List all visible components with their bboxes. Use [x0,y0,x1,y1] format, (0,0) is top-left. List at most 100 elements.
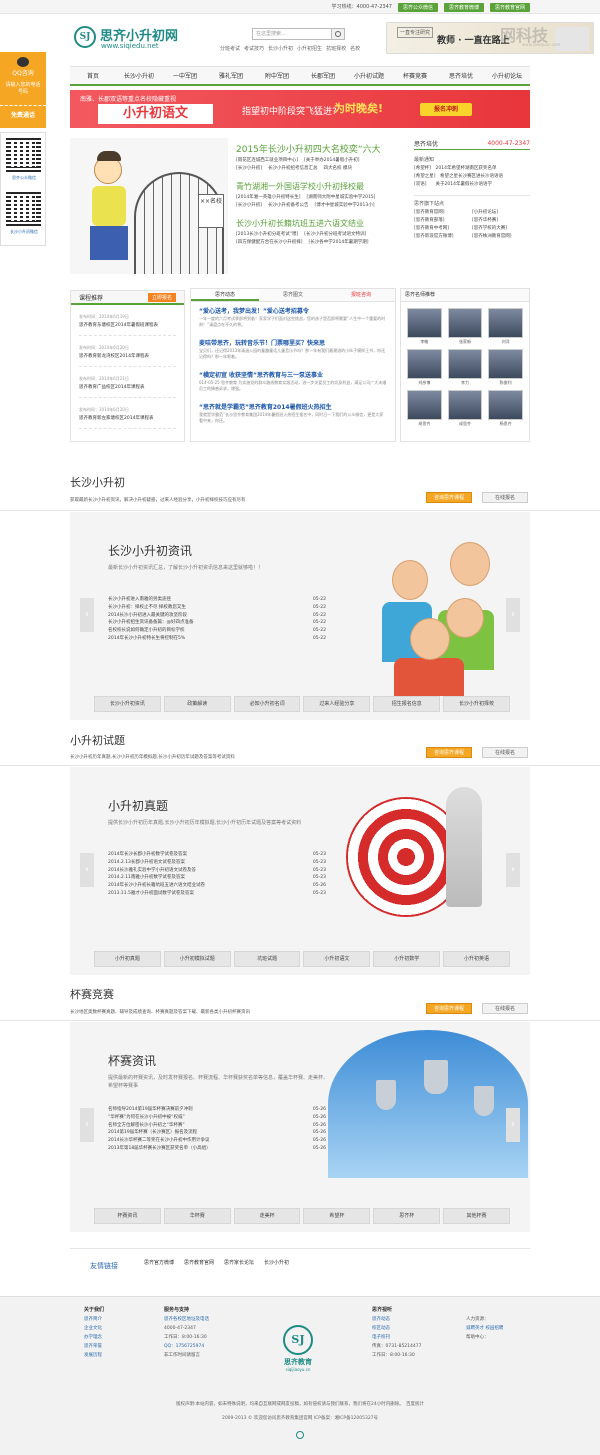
nav-changjun[interactable]: 长郡军团 [300,67,346,84]
free-call-button[interactable]: 免费通话 [0,105,46,119]
teacher-card[interactable]: 李敏 [407,308,442,345]
consult-course-button[interactable]: 咨询思齐课程 [426,492,472,503]
list-item[interactable]: 2014第19届华杯赛（长沙赛区）报名及流程 05-26 [108,1129,326,1137]
prev-arrow-icon[interactable]: ‹ [80,598,94,632]
logo-icon[interactable]: SJ [74,26,96,48]
section-title[interactable]: 杯赛竞赛 [70,986,114,1002]
site-link[interactable]: [思齐教育部落] [414,217,472,225]
nav-contests[interactable]: 杯赛竞赛 [392,67,438,84]
panel-tab[interactable]: 政策解读 [163,696,231,712]
panel-tab[interactable]: 长沙小升初择校 [443,696,510,712]
teacher-card[interactable]: 陈俊利 [488,349,523,386]
panel-tab[interactable]: 小升初语文 [303,951,371,967]
list-item[interactable]: 2014长沙华杯赛二等奖在长沙小升初中作用计争议 05-26 [108,1137,326,1145]
promo-banner[interactable]: 南雅、长郡双语等重点名校隐藏重视 小升初语文 指望初中阶段突飞猛进? 为时晚矣!… [70,90,530,128]
nav-yali[interactable]: 雅礼军团 [208,67,254,84]
list-item[interactable]: 2014长沙雅礼实验中学小升初语文试卷及答 05-23 [108,867,326,875]
headline-link[interactable]: [长沙小升初] [236,202,262,208]
headline-link[interactable]: 四大名校 模块 [324,165,352,171]
footer-qq[interactable]: QQ：1756725974 [164,1342,209,1351]
list-item[interactable]: 2013.11.5雅才小升初面试数学试卷及答案 05-23 [108,890,326,898]
hotword-link[interactable]: 小升初招生 [297,45,322,52]
headline-link[interactable]: [湖南师大附中星城实验中学2015] [306,194,375,200]
panel-tab[interactable]: 希望杯 [303,1208,371,1224]
nav-home[interactable]: 首页 [70,67,116,84]
headline-link[interactable]: [雨花区连城西工就业项目中心] [236,157,298,163]
friend-link[interactable]: 思齐教育官网 [184,1259,214,1266]
footer-link[interactable]: 校区动态 [372,1324,421,1333]
list-item[interactable]: 长沙小升初招生资讯备备篇：@好四点准备 05-22 [108,619,326,627]
list-item[interactable]: 2014年长沙小升初特长生将控制在5% 05-22 [108,635,326,643]
site-link[interactable]: [思齐学校的大赛] [472,225,530,233]
list-item[interactable]: “华杯赛”为何在长沙小升初中被“权威” 05-26 [108,1114,326,1122]
headline-link[interactable]: 长沙小升初备考公告 [268,202,309,208]
hotword-link[interactable]: 长沙小升初 [268,45,293,52]
nav-fuzhong[interactable]: 附中军团 [254,67,300,84]
search-icon[interactable] [332,28,345,40]
list-item[interactable]: 名校校长说如何确定小升初的目标学校 05-22 [108,627,326,635]
panel-tab[interactable]: 长沙小升初资讯 [94,696,161,712]
site-link[interactable]: [思齐教育中考网] [414,225,472,233]
footer-link[interactable]: 思齐简介 [84,1315,104,1324]
qq-consult-float[interactable]: QQ咨询 请输入您的电话号码 免费通话 [0,52,46,128]
news-item[interactable]: “思齐就是学霸范”思齐教育2014暑假班火热招生 我就是学霸范”长沙思齐教育集团2… [191,398,395,430]
teacher-card[interactable]: 胡思齐 [407,390,442,427]
site-link[interactable]: [思齐株洲教育官网] [472,233,530,241]
teacher-card[interactable]: 成思齐 [447,390,483,427]
phone-hint[interactable]: 请输入您的电话号码 [4,82,42,96]
panel-tab[interactable]: 过来人经验分享 [303,696,371,712]
headline-link[interactable]: [关于举办2014暑假小升初] [304,157,359,163]
notice-item[interactable]: [希望杯] 2014年希望杯湖南区获奖名单 [414,165,530,173]
headline-link[interactable]: [博才中星城实验中学2013小] [315,202,375,208]
hotword-link[interactable]: 名校 [350,45,360,52]
nav-changsha[interactable]: 长沙小升初 [116,67,162,84]
nav-training[interactable]: 思齐培优 [438,67,484,84]
header-banner[interactable]: 一直专注研究 教师 · 一直在路上 [386,22,594,54]
next-arrow-icon[interactable]: › [506,1108,520,1142]
hero-illustration[interactable]: ××名校 [70,138,228,274]
headline-title[interactable]: 长沙小升初长籍坑班五进六语文结业 [236,218,408,229]
nav-yizhong[interactable]: 一中军团 [162,67,208,84]
site-link[interactable]: [小升初论坛] [472,209,530,217]
next-arrow-icon[interactable]: › [506,598,520,632]
section-title[interactable]: 长沙小升初 [70,474,125,490]
online-signup-button[interactable]: 在线报名 [482,1003,528,1014]
headline-link[interactable]: [2013长沙小升初分班考试“喂] [236,231,298,237]
teacher-card[interactable]: 杨思齐 [488,390,523,427]
panel-tab[interactable]: 其他杯赛 [443,1208,510,1224]
consult-course-button[interactable]: 咨询思齐课程 [426,1003,472,1014]
panel-tab[interactable]: 小升初数学 [373,951,441,967]
list-item[interactable]: 2014.2.13长郡小升初语文试卷及答案 05-23 [108,859,326,867]
panel-tab[interactable]: 杯赛资讯 [94,1208,161,1224]
training-title[interactable]: 思齐培优 [414,139,438,148]
hotword-link[interactable]: 抗班择校 [326,45,346,52]
teacher-card[interactable]: 刘彦博 [407,349,442,386]
panel-tab[interactable]: 坑班试题 [233,951,301,967]
notice-item[interactable]: [希望之星] 希望之星长沙赛区进长沙语语语 [414,173,530,181]
list-item[interactable]: 2014年长沙长郡小升初数学试卷及答案 05-23 [108,851,326,859]
footer-link[interactable]: 思齐荣誉 [84,1342,104,1351]
panel-tab[interactable]: 小升初模拟试题 [163,951,231,967]
friend-link[interactable]: 长沙小升初 [264,1259,289,1266]
course-item[interactable]: 发布时间：2014年6月21日 思齐教育广益校区2014年课程表 [79,376,176,398]
friend-link[interactable]: 思齐官方微博 [144,1259,174,1266]
course-item[interactable]: 发布时间：2014年6月20日 思齐教育新左家塘校区2014年课程表 [79,407,176,429]
tab-dynamics[interactable]: 思齐动态 [191,289,259,301]
teacher-card[interactable]: 李力 [447,349,483,386]
online-signup-button[interactable]: 在线报名 [482,492,528,503]
footer-link[interactable]: 企业文化 [84,1324,104,1333]
footer-link[interactable]: 校园招聘 [485,1326,503,1331]
panel-tab[interactable]: 走美杯 [233,1208,301,1224]
prev-arrow-icon[interactable]: ‹ [80,1108,94,1142]
nav-exams[interactable]: 小升初试题 [346,67,392,84]
list-item[interactable]: 2014年长沙小升初长籍坑班五进六语文结业试卷 05-26 [108,882,326,890]
panel-tab[interactable]: 小升初英语 [443,951,510,967]
teacher-card[interactable]: 张家新 [447,308,483,345]
headline-title[interactable]: 青竹湖湘一外国语学校小升初择校最 [236,181,408,192]
footer-link[interactable]: 发展历程 [84,1351,104,1360]
wechat-link[interactable]: 思齐公众微信 [397,3,438,12]
panel-tab[interactable]: 招生报名信息 [373,696,441,712]
footer-logo[interactable]: SJ 思齐教育 siqijiaoyu.cn [278,1325,318,1372]
next-arrow-icon[interactable]: › [506,853,520,887]
news-item[interactable]: “横定初宣 收获坚情”思齐教育与三一泵送事业 014-05-25 思齐教育 为实施… [191,366,395,398]
